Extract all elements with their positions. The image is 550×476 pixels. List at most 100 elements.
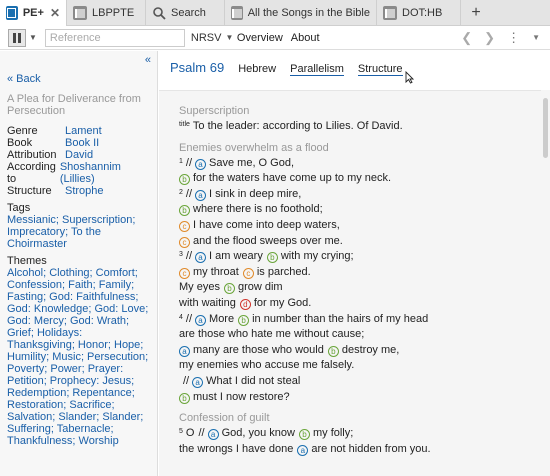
property-link[interactable]: Shoshannim (Lillies) [60,161,150,185]
verse-text: and the flood sweeps over me. [193,234,343,247]
tab-label: Search [171,7,206,19]
tab-label: All the Songs in the Bible [247,7,370,19]
themes-label: Themes [7,255,47,267]
property-link[interactable]: Lament [65,125,102,137]
verse-text: O [185,427,195,440]
property-key: Attribution [7,149,57,161]
tab-bar: PE+ ✕ LBPPTE Search All the Songs in the… [0,0,550,26]
close-icon[interactable]: ✕ [50,6,60,20]
chevron-down-icon[interactable]: ▼ [29,33,37,42]
section-title: Superscription [179,105,250,117]
search-icon [152,6,166,20]
collapse-panel-button[interactable]: « [145,54,151,66]
marker-b: b [179,205,190,217]
back-link[interactable]: « Back [7,73,150,85]
tab-label: DOT:HB [402,7,443,19]
verse-line: cI have come into deep waters, [179,218,541,234]
property-row: Genre Lament [7,125,150,137]
tab-songs-in-bible[interactable]: All the Songs in the Bible [225,0,377,26]
verse-line: a many are those who would b destroy me, [179,343,541,359]
tags-label: Tags [7,202,31,214]
marker-a: a [297,444,309,456]
property-key: Structure [7,185,52,197]
book-icon [383,6,397,20]
verse-number[interactable]: 3 [179,251,183,258]
scrollbar-thumb[interactable] [543,98,548,158]
verse-text: my folly; [312,427,354,440]
property-key: Book [7,137,33,149]
tab-dot-hb[interactable]: DOT:HB [377,0,461,26]
forward-arrow-icon[interactable]: ❯ [484,30,495,46]
verse-text: many are those who would [193,343,324,356]
psalm-heading: A Plea for Deliverance from Persecution [7,93,141,117]
chevron-down-icon[interactable]: ▼ [532,33,540,42]
version-label: NRSV [190,31,222,44]
verse-number[interactable]: 5 [179,428,183,435]
themes-links[interactable]: Alcohol; Clothing; Comfort; Confession; … [7,267,150,447]
verse-line: 5 O//a God, you know b my folly; [179,426,541,442]
tab-passage-explorer[interactable]: PE+ ✕ [0,0,67,26]
about-link[interactable]: About [291,32,320,44]
verse-text: I have come into deep waters, [193,218,340,231]
more-options-icon[interactable]: ⋮ [507,30,520,46]
overview-link[interactable]: Overview [237,32,283,44]
marker-d: d [239,298,251,310]
marker-a: a [195,252,207,264]
tab-label: PE+ [22,7,44,19]
tab-label: LBPPTE [92,7,135,19]
marker-a: a [195,158,207,170]
reference-input[interactable] [44,28,185,47]
verse-number[interactable]: 1 [179,158,183,165]
property-link[interactable]: Strophe [65,185,104,197]
property-row: Structure Strophe [7,185,150,197]
verse-number[interactable]: 2 [179,189,183,196]
tab-hebrew[interactable]: Hebrew [238,63,276,75]
verse-number[interactable]: 4 [179,314,183,321]
verse-text: are those who hate me without cause; [179,328,365,341]
verse-line: 2//a I sink in deep mire, [179,187,541,203]
tab-parallelism[interactable]: Parallelism [290,63,344,76]
parallelism-content: Superscription title To the leader: accor… [159,90,541,476]
verse-text: with waiting [179,296,236,309]
property-row: According to Shoshannim (Lillies) [7,161,150,185]
scrollbar[interactable] [541,90,550,476]
verse-text: must I now restore? [193,390,290,403]
chevron-down-icon: ▼ [225,33,234,42]
verse-text: God, you know [221,427,295,440]
back-arrow-icon[interactable]: ❮ [461,30,472,46]
property-link[interactable]: David [65,149,93,161]
marker-b: b [327,345,339,357]
marker-a: a [195,314,207,326]
verse-text: is parched. [256,265,311,278]
tags-links[interactable]: Messianic; Superscription; Imprecatory; … [7,214,150,250]
panel-menu-button[interactable] [8,28,26,47]
tab-search[interactable]: Search [146,0,225,26]
tab-lbppte[interactable]: LBPPTE [67,0,146,26]
marker-a: a [179,345,190,357]
verse-text: in number than the hairs of my head [252,312,429,325]
verse-line: the wrongs I have done a are not hidden fr… [179,442,541,458]
verse-line: title To the leader: according to Lilies.… [179,119,541,135]
marker-b: b [266,252,278,264]
verse-text: Save me, O God, [209,156,295,169]
verse-line: with waiting d for my God. [179,296,541,312]
verse-line: b where there is no foothold; [179,202,541,218]
verse-text: My eyes [179,281,220,294]
mouse-cursor-icon [405,71,414,84]
parallelism-slash: // [185,250,193,263]
marker-b: b [179,392,190,404]
plus-icon: + [471,4,481,21]
property-link[interactable]: Book II [65,137,99,149]
property-key: Genre [7,125,38,137]
properties-list: Genre Lament Book Book II Attribution David… [7,125,150,197]
verse-line: b must I now restore? [179,390,541,406]
verse-line: c and the flood sweeps over me. [179,234,541,250]
passage-guide-icon [6,6,18,20]
version-select[interactable]: NRSV ▼ [190,29,233,47]
verse-text: I sink in deep mire, [209,187,302,200]
verse-text: for my God. [253,296,312,309]
parallelism-slash: // [185,312,193,325]
new-tab-button[interactable]: + [461,0,491,26]
tab-structure[interactable]: Structure [357,63,403,76]
verse-line: 3//a I am weary b with my crying; [179,249,541,265]
